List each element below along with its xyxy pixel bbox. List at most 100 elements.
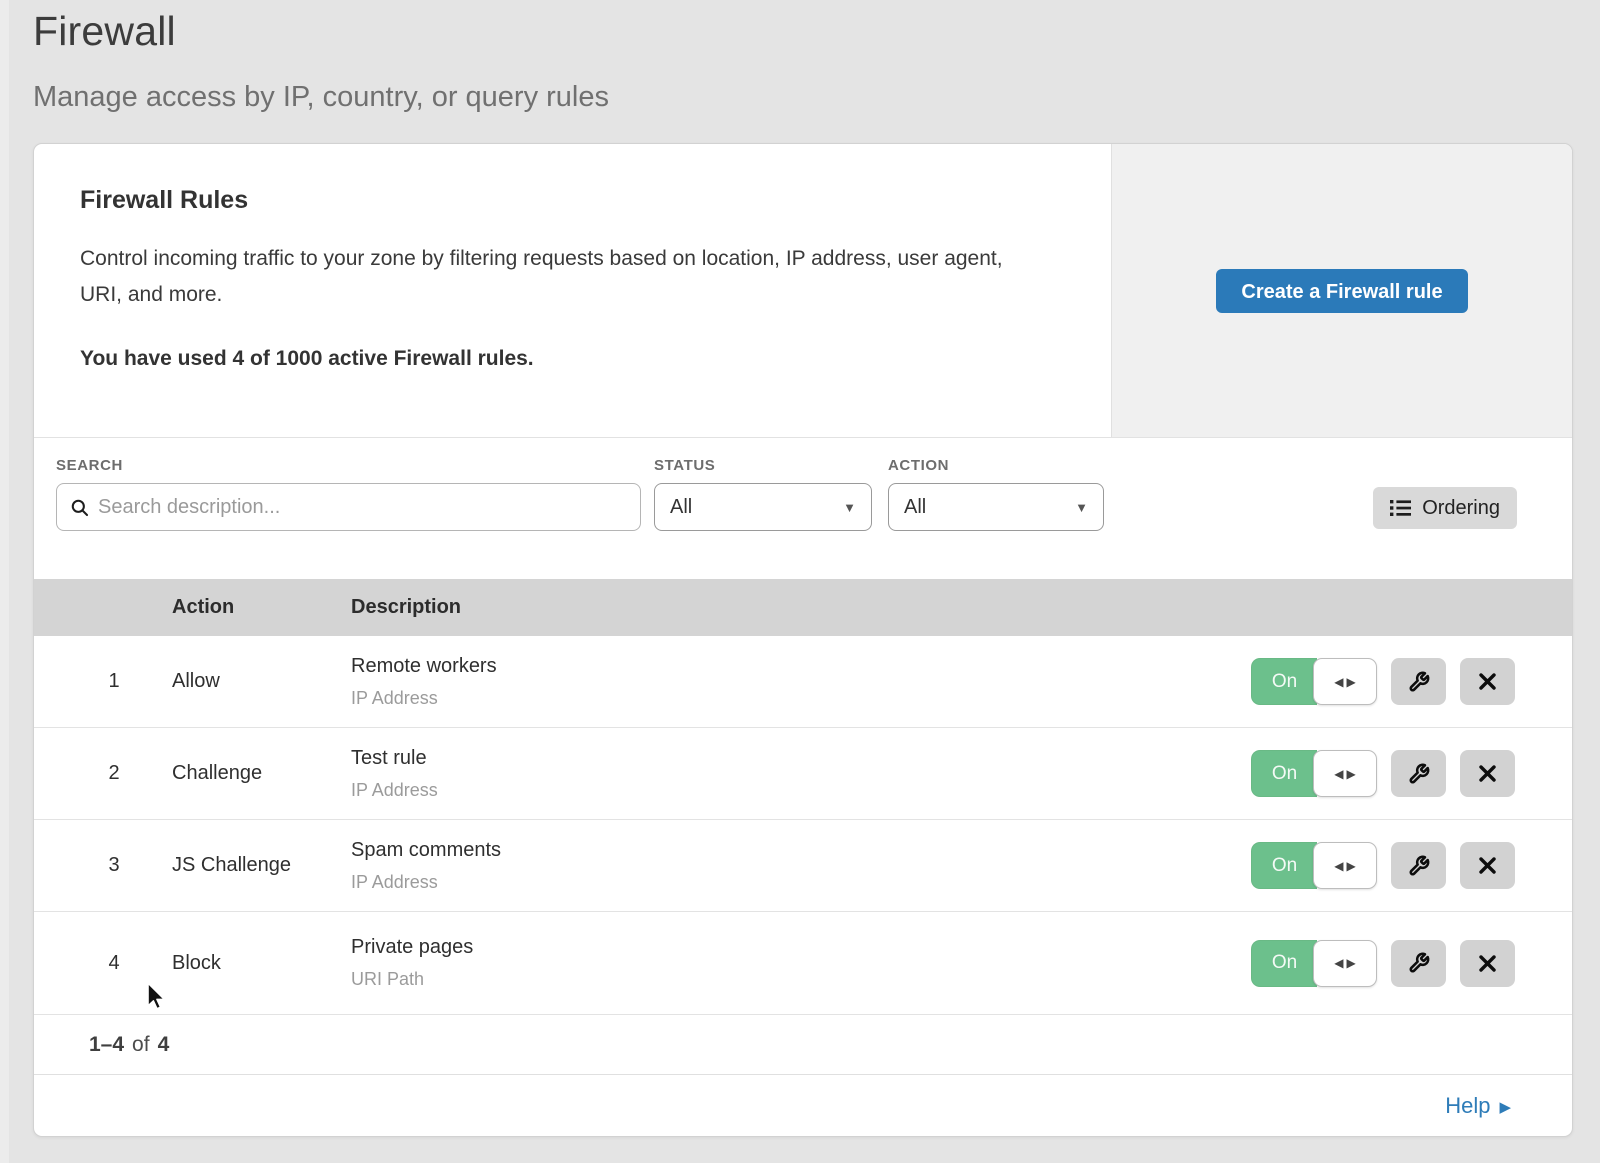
wrench-icon (1408, 671, 1430, 693)
triangle-right-icon: ▶ (1499, 1096, 1511, 1116)
toggle-handle[interactable]: ◀▶ (1313, 658, 1377, 705)
toggle-arrows-icon: ◀▶ (1331, 956, 1358, 970)
search-input[interactable] (98, 496, 627, 519)
rule-match-type: IP Address (351, 780, 1251, 801)
rule-enabled-toggle[interactable]: On ◀▶ (1251, 940, 1377, 987)
pagination: 1–4 of 4 (34, 1015, 1572, 1075)
edit-rule-button[interactable] (1391, 750, 1446, 797)
pagination-total: 4 (158, 1033, 170, 1057)
toggle-on-label: On (1251, 658, 1317, 705)
page-subtitle: Manage access by IP, country, or query r… (33, 81, 609, 114)
close-icon (1479, 857, 1496, 874)
rule-enabled-toggle[interactable]: On ◀▶ (1251, 842, 1377, 889)
rule-description: Remote workers (351, 655, 1251, 678)
edit-rule-button[interactable] (1391, 842, 1446, 889)
help-label: Help (1445, 1093, 1490, 1119)
rule-description-cell: Remote workers IP Address (351, 655, 1251, 709)
action-label: ACTION (888, 457, 1104, 474)
window-edge (0, 0, 9, 1163)
toggle-handle[interactable]: ◀▶ (1313, 750, 1377, 797)
close-icon (1479, 673, 1496, 690)
overview-text-panel: Firewall Rules Control incoming traffic … (34, 144, 1111, 437)
status-label: STATUS (654, 457, 872, 474)
overview-section: Firewall Rules Control incoming traffic … (34, 144, 1572, 438)
rule-description: Spam comments (351, 839, 1251, 862)
toggle-arrows-icon: ◀▶ (1331, 767, 1358, 781)
toggle-on-label: On (1251, 750, 1317, 797)
action-column-header: Action (172, 596, 351, 619)
delete-rule-button[interactable] (1460, 750, 1515, 797)
toggle-handle[interactable]: ◀▶ (1313, 940, 1377, 987)
rule-description-cell: Spam comments IP Address (351, 839, 1251, 893)
rule-action: Block (172, 952, 351, 975)
rule-description: Test rule (351, 747, 1251, 770)
rule-enabled-toggle[interactable]: On ◀▶ (1251, 658, 1377, 705)
page-title: Firewall (33, 8, 609, 55)
action-select[interactable]: All ▼ (888, 483, 1104, 531)
status-select[interactable]: All ▼ (654, 483, 872, 531)
toggle-handle[interactable]: ◀▶ (1313, 842, 1377, 889)
rule-priority: 1 (34, 670, 172, 693)
overview-heading: Firewall Rules (80, 186, 1051, 215)
pagination-range: 1–4 (89, 1033, 124, 1057)
rule-match-type: URI Path (351, 969, 1251, 990)
delete-rule-button[interactable] (1460, 658, 1515, 705)
help-link[interactable]: Help ▶ (1445, 1093, 1511, 1119)
firewall-rules-card: Firewall Rules Control incoming traffic … (33, 143, 1573, 1137)
edit-rule-button[interactable] (1391, 658, 1446, 705)
search-label: SEARCH (56, 457, 641, 474)
ordered-list-icon (1390, 499, 1411, 517)
search-box[interactable] (56, 483, 641, 531)
page-header: Firewall Manage access by IP, country, o… (33, 8, 609, 114)
delete-rule-button[interactable] (1460, 842, 1515, 889)
close-icon (1479, 955, 1496, 972)
ordering-button[interactable]: Ordering (1373, 487, 1517, 529)
overview-description: Control incoming traffic to your zone by… (80, 241, 1030, 313)
rule-description-cell: Private pages URI Path (351, 936, 1251, 990)
filters-bar: SEARCH STATUS All ▼ ACTION All ▼ (34, 438, 1572, 579)
toggle-on-label: On (1251, 940, 1317, 987)
rule-priority: 2 (34, 762, 172, 785)
wrench-icon (1408, 855, 1430, 877)
toggle-arrows-icon: ◀▶ (1331, 675, 1358, 689)
action-selected-value: All (904, 496, 926, 519)
wrench-icon (1408, 763, 1430, 785)
rule-action: JS Challenge (172, 854, 351, 877)
delete-rule-button[interactable] (1460, 940, 1515, 987)
rule-description: Private pages (351, 936, 1251, 959)
ordering-button-label: Ordering (1422, 497, 1500, 520)
create-rule-panel: Create a Firewall rule (1111, 144, 1572, 437)
status-filter: STATUS All ▼ (654, 457, 872, 531)
description-column-header: Description (351, 596, 1572, 619)
table-row: 3 JS Challenge Spam comments IP Address … (34, 820, 1572, 912)
action-filter: ACTION All ▼ (888, 457, 1104, 531)
toggle-arrows-icon: ◀▶ (1331, 859, 1358, 873)
edit-rule-button[interactable] (1391, 940, 1446, 987)
rule-controls: On ◀▶ (1251, 940, 1572, 987)
rule-controls: On ◀▶ (1251, 658, 1572, 705)
card-footer: Help ▶ (34, 1075, 1572, 1136)
table-row: 4 Block Private pages URI Path On ◀▶ (34, 912, 1572, 1015)
chevron-down-icon: ▼ (1075, 500, 1088, 515)
rule-controls: On ◀▶ (1251, 842, 1572, 889)
rule-match-type: IP Address (351, 872, 1251, 893)
create-firewall-rule-button[interactable]: Create a Firewall rule (1216, 269, 1467, 313)
table-row: 1 Allow Remote workers IP Address On ◀▶ (34, 636, 1572, 728)
rule-action: Allow (172, 670, 351, 693)
rule-match-type: IP Address (351, 688, 1251, 709)
rule-enabled-toggle[interactable]: On ◀▶ (1251, 750, 1377, 797)
pagination-of: of (132, 1033, 150, 1057)
rule-priority: 3 (34, 854, 172, 877)
search-filter: SEARCH (56, 457, 641, 531)
close-icon (1479, 765, 1496, 782)
chevron-down-icon: ▼ (843, 500, 856, 515)
table-row: 2 Challenge Test rule IP Address On ◀▶ (34, 728, 1572, 820)
rule-priority: 4 (34, 952, 172, 975)
wrench-icon (1408, 952, 1430, 974)
toggle-on-label: On (1251, 842, 1317, 889)
rule-action: Challenge (172, 762, 351, 785)
table-header: Action Description (34, 579, 1572, 636)
rule-controls: On ◀▶ (1251, 750, 1572, 797)
usage-note: You have used 4 of 1000 active Firewall … (80, 347, 1051, 371)
rules-table-body: 1 Allow Remote workers IP Address On ◀▶ (34, 636, 1572, 1015)
